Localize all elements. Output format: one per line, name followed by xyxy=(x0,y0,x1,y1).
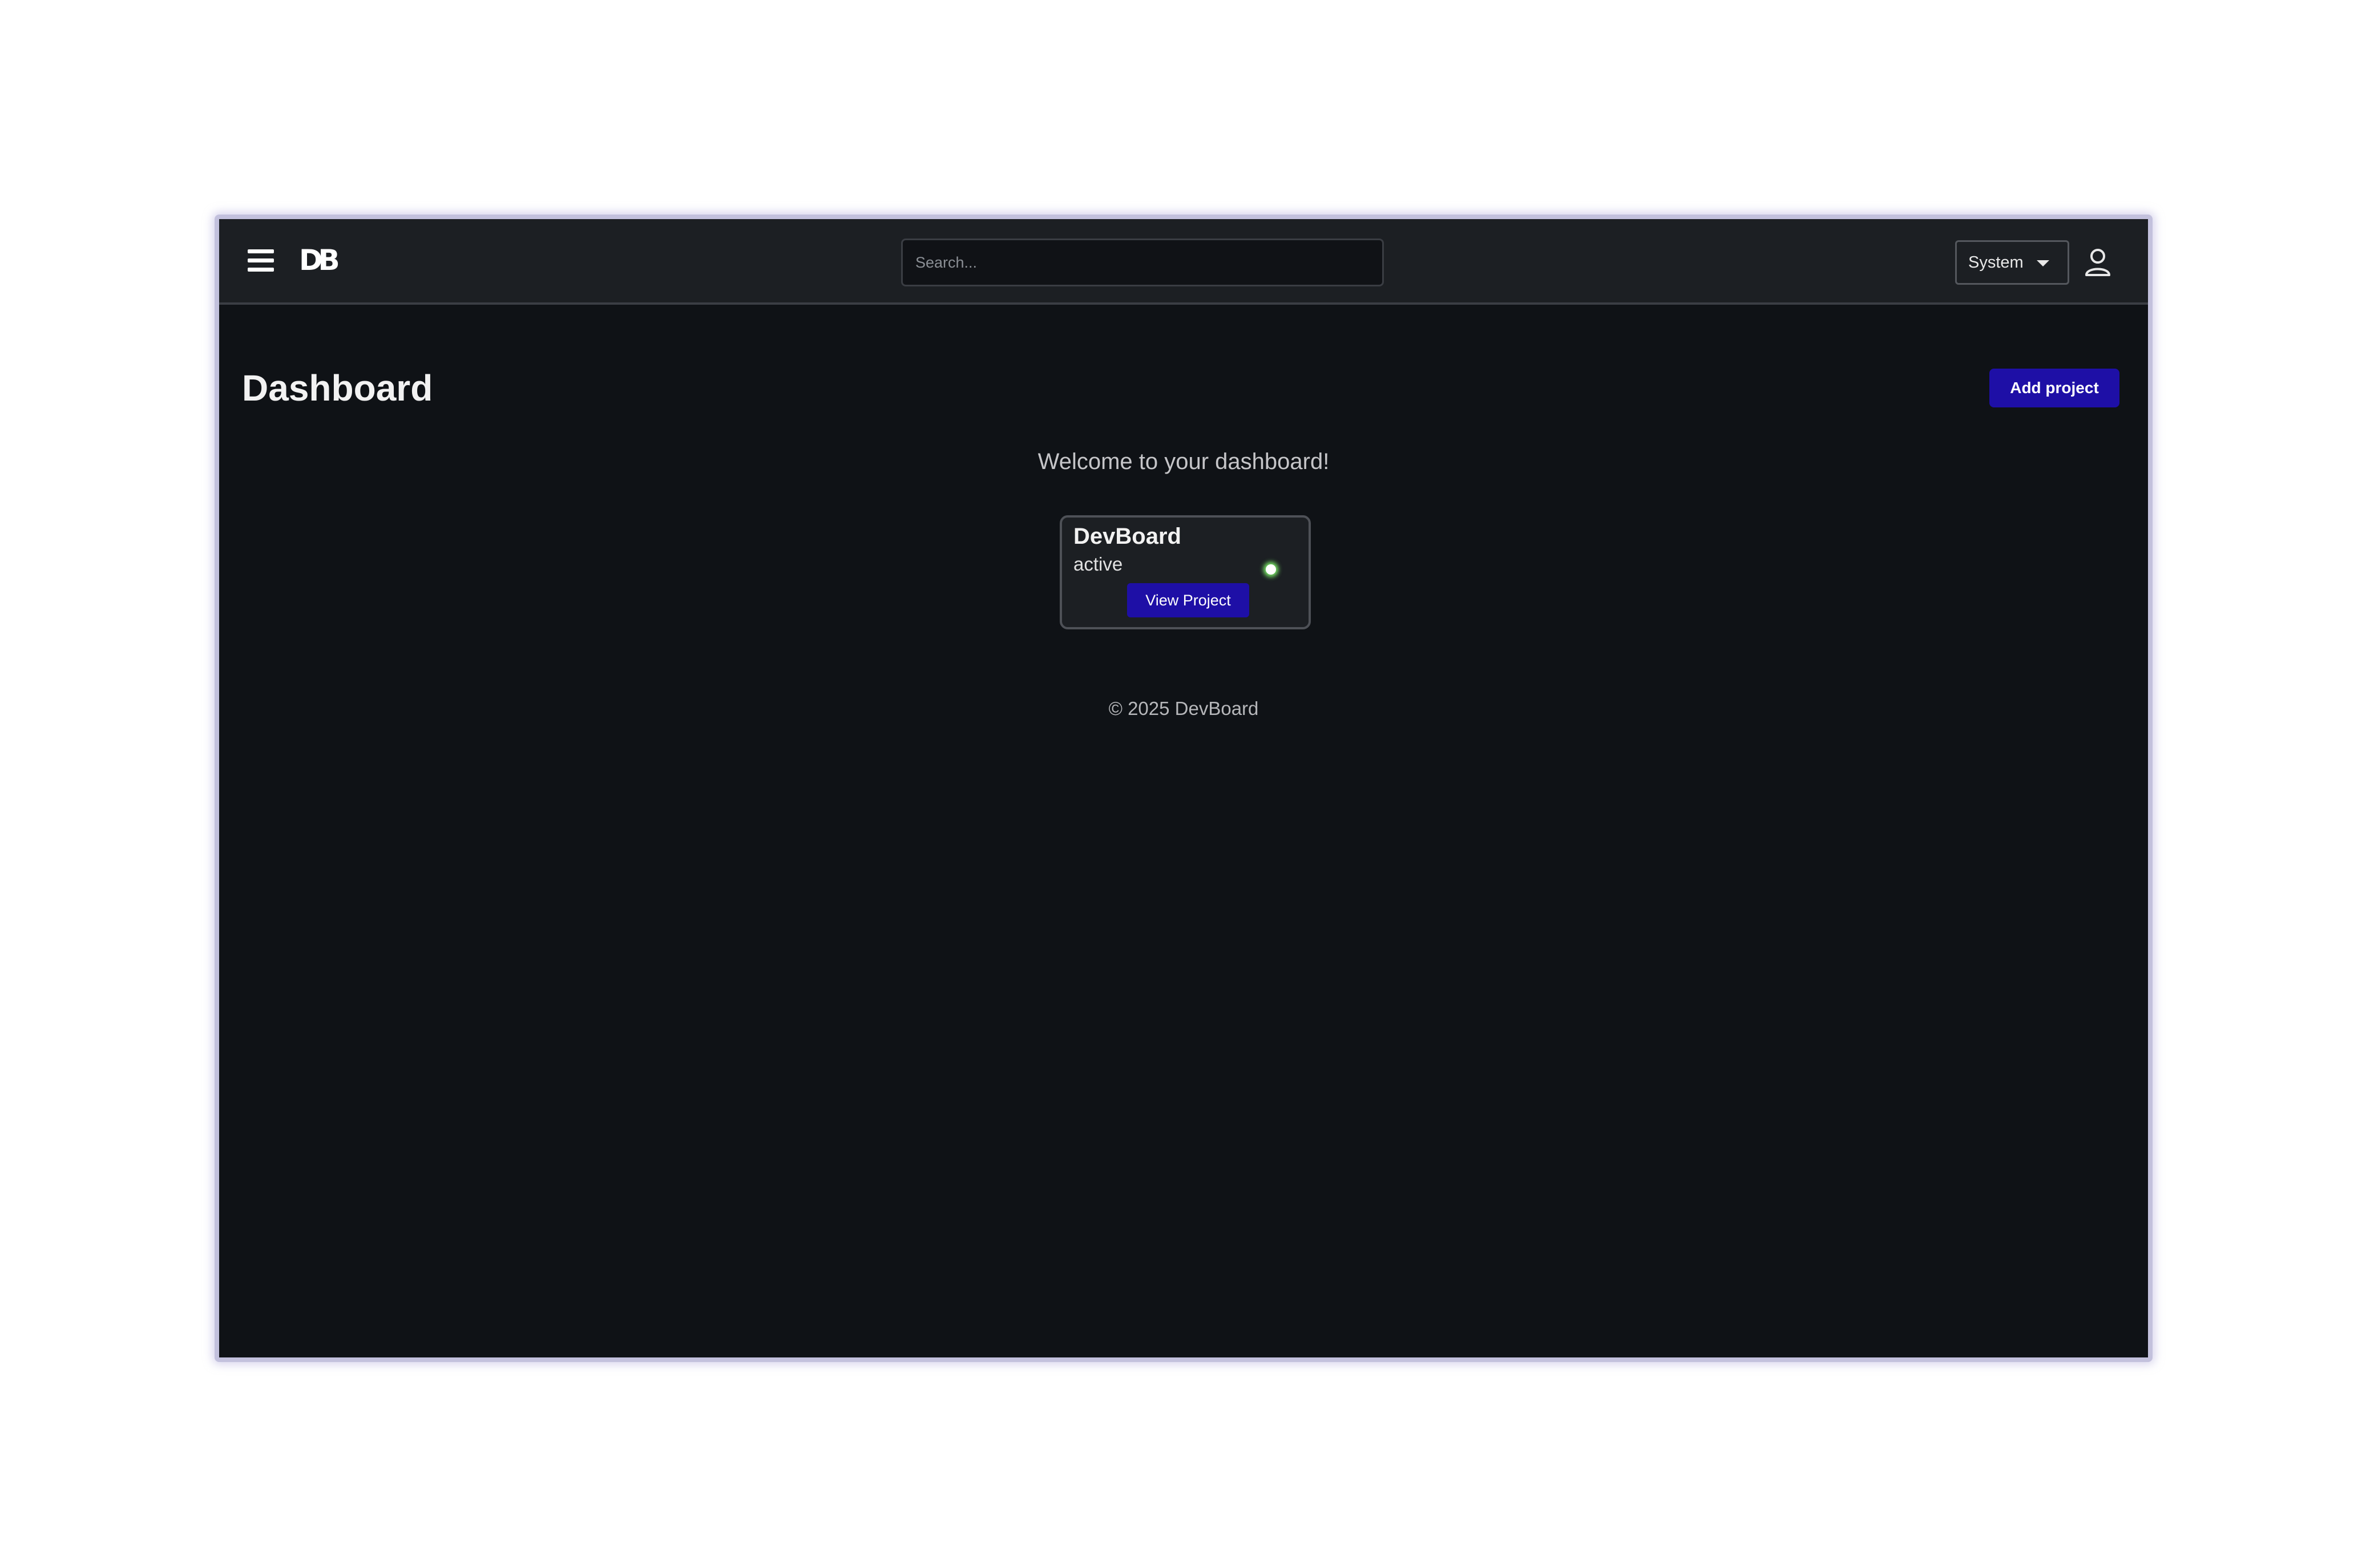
theme-select[interactable]: System xyxy=(1955,240,2069,285)
menu-line xyxy=(248,258,274,262)
project-name: DevBoard xyxy=(1073,524,1181,549)
view-project-button[interactable]: View Project xyxy=(1127,583,1249,617)
user-icon[interactable] xyxy=(2084,248,2111,277)
page-title: Dashboard xyxy=(242,367,433,409)
footer-copyright: © 2025 DevBoard xyxy=(1108,698,1259,719)
menu-line xyxy=(248,268,274,272)
chevron-down-icon xyxy=(2037,260,2049,266)
welcome-message: Welcome to your dashboard! xyxy=(1037,449,1330,474)
app-window: DB System Dashboard Add project Welcome … xyxy=(215,215,2153,1362)
theme-select-value: System xyxy=(1968,253,2024,272)
app-logo[interactable]: DB xyxy=(299,242,340,278)
menu-line xyxy=(248,249,274,253)
search-input[interactable] xyxy=(901,239,1384,286)
project-status: active xyxy=(1073,553,1123,575)
project-card: DevBoard active View Project xyxy=(1060,515,1311,629)
user-icon-graphic xyxy=(2085,249,2110,276)
status-indicator-icon xyxy=(1266,564,1276,575)
add-project-button[interactable]: Add project xyxy=(1989,369,2119,407)
hamburger-menu-icon[interactable] xyxy=(248,249,274,272)
top-navigation-bar: DB System xyxy=(219,219,2148,305)
